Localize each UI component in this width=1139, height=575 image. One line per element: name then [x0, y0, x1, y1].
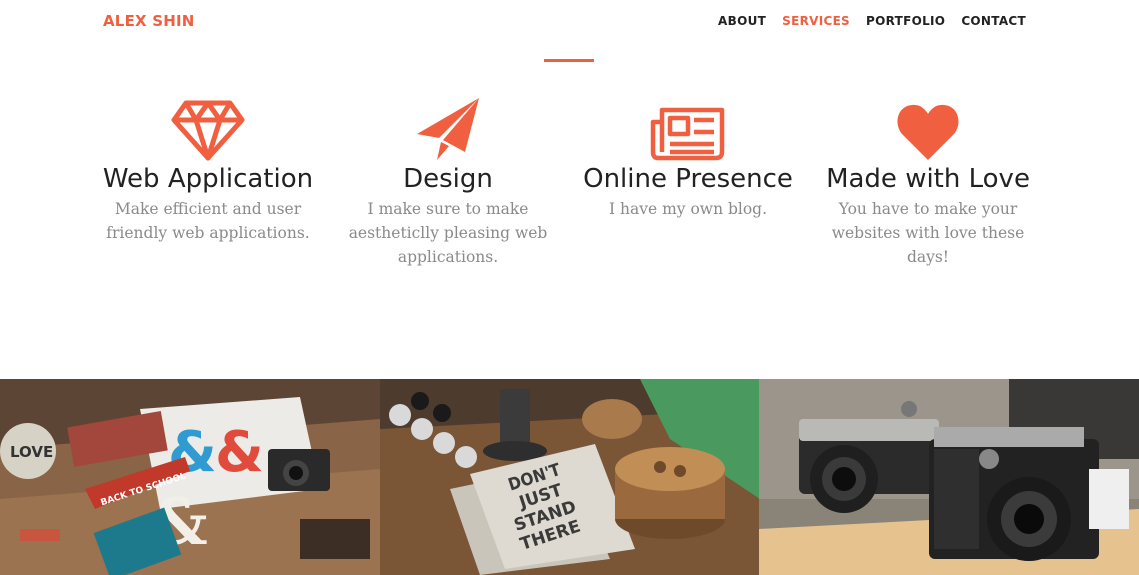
service-title: Web Application — [102, 164, 314, 194]
service-description: Make efficient and user friendly web app… — [106, 200, 310, 242]
service-online-presence: Online Presence I have my own blog. — [568, 96, 808, 269]
portfolio-image-notebooks[interactable]: DON'T JUST STAND THERE — [379, 379, 760, 575]
brand-logo[interactable]: ALEX SHIN — [103, 12, 195, 30]
service-title: Online Presence — [583, 164, 793, 194]
portfolio-image-cameras[interactable] — [759, 379, 1139, 575]
nav-item-portfolio[interactable]: PORTFOLIO — [866, 14, 945, 28]
navbar: ALEX SHIN ABOUT SERVICES PORTFOLIO CONTA… — [0, 0, 1139, 44]
portfolio-image-flat-lay[interactable]: & & LOVE BACK TO SCHOOL & — [0, 379, 380, 575]
nav-item-contact[interactable]: CONTACT — [961, 14, 1026, 28]
paper-plane-icon — [328, 96, 568, 162]
portfolio-gallery: & & LOVE BACK TO SCHOOL & DON'T JUST STA… — [0, 379, 1139, 575]
heart-icon — [808, 96, 1048, 162]
diamond-icon — [88, 96, 328, 162]
newspaper-icon — [568, 96, 808, 162]
service-title: Made with Love — [826, 164, 1030, 194]
service-description: I make sure to make aestheticlly pleasin… — [348, 200, 548, 266]
services-section: Web Application Make efficient and user … — [88, 96, 1048, 269]
nav-menu: ABOUT SERVICES PORTFOLIO CONTACT — [718, 14, 1026, 28]
service-design: Design I make sure to make aestheticlly … — [328, 96, 568, 269]
service-title: Design — [403, 164, 493, 194]
service-description: I have my own blog. — [608, 200, 768, 218]
service-made-with-love: Made with Love You have to make your web… — [808, 96, 1048, 269]
service-description: You have to make your websites with love… — [831, 200, 1025, 266]
section-divider — [544, 59, 594, 62]
nav-item-about[interactable]: ABOUT — [718, 14, 766, 28]
nav-item-services[interactable]: SERVICES — [782, 14, 850, 28]
love-badge-text: LOVE — [10, 443, 53, 461]
service-web-application: Web Application Make efficient and user … — [88, 96, 328, 269]
svg-text:&: & — [215, 420, 264, 485]
